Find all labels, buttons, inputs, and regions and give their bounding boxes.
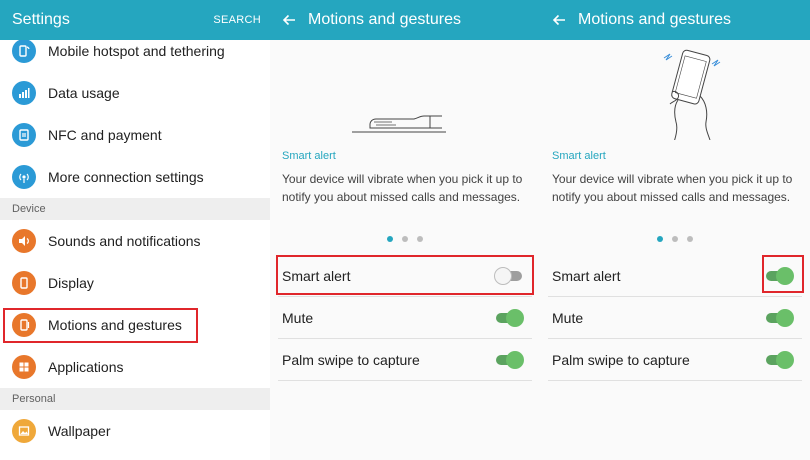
highlight-box-motions [3,308,198,343]
settings-item-label: Applications [48,359,124,375]
settings-item-applications[interactable]: Applications [0,346,270,388]
mute-switch[interactable] [764,308,794,328]
settings-item-label: Mobile hotspot and tethering [48,43,225,59]
settings-item-label: Display [48,275,94,291]
app-title: Settings [12,11,70,28]
motions-gestures-panel-on: Motions and gestures Smart alert Your de… [540,0,810,460]
feature-description: Your device will vibrate when you pick i… [282,172,523,204]
page-dot-active[interactable] [387,236,393,242]
toggle-row-mute[interactable]: Mute [548,297,802,339]
highlight-box-smart-alert-switch [762,255,804,293]
page-dot[interactable] [672,236,678,242]
motions-gestures-panel-off: Motions and gestures Smart alert Your de… [270,0,540,460]
app-bar: Motions and gestures [540,0,810,40]
settings-item-sounds[interactable]: Sounds and notifications [0,220,270,262]
settings-item-label: Data usage [48,85,120,101]
toggle-row-mute[interactable]: Mute [278,297,532,339]
feature-title: Smart alert [282,150,336,162]
toggle-label: Palm swipe to capture [552,351,690,368]
connection-icon [12,165,36,189]
palm-swipe-switch[interactable] [764,350,794,370]
settings-list: Mobile hotspot and tethering Data usage … [0,30,270,452]
display-icon [12,271,36,295]
section-header-personal: Personal [0,388,270,410]
toggle-label: Mute [282,309,314,326]
toggle-row-palm-swipe[interactable]: Palm swipe to capture [548,339,802,381]
page-dot[interactable] [402,236,408,242]
back-arrow-icon[interactable] [551,12,567,28]
page-dot-active[interactable] [657,236,663,242]
feature-description: Your device will vibrate when you pick i… [552,172,793,204]
settings-item-label: NFC and payment [48,127,162,143]
settings-item-label: Sounds and notifications [48,233,201,249]
section-header-device: Device [0,198,270,220]
app-bar: Settings SEARCH [0,0,270,40]
settings-item-label: Wallpaper [48,423,111,439]
hand-illustration [270,40,540,140]
settings-panel: Mobile hotspot and tethering Data usage … [0,0,270,460]
search-button[interactable]: SEARCH [213,14,261,26]
toggle-label: Palm swipe to capture [282,351,420,368]
toggle-label: Smart alert [552,267,621,284]
nfc-icon [12,123,36,147]
feature-title: Smart alert [552,150,606,162]
settings-item-data-usage[interactable]: Data usage [0,72,270,114]
mute-switch[interactable] [494,308,524,328]
back-arrow-icon[interactable] [281,12,297,28]
sound-icon [12,229,36,253]
wallpaper-icon [12,419,36,443]
settings-item-wallpaper[interactable]: Wallpaper [0,410,270,452]
page-title: Motions and gestures [308,11,461,28]
settings-item-label: More connection settings [48,169,204,185]
page-dot[interactable] [687,236,693,242]
data-usage-icon [12,81,36,105]
page-indicator [270,236,540,242]
app-bar: Motions and gestures [270,0,540,40]
palm-swipe-switch[interactable] [494,350,524,370]
settings-item-display[interactable]: Display [0,262,270,304]
hotspot-icon [12,39,36,63]
settings-item-nfc[interactable]: NFC and payment [0,114,270,156]
settings-item-more-connection[interactable]: More connection settings [0,156,270,198]
page-title: Motions and gestures [578,11,731,28]
toggle-row-palm-swipe[interactable]: Palm swipe to capture [278,339,532,381]
page-dot[interactable] [417,236,423,242]
applications-icon [12,355,36,379]
toggle-label: Mute [552,309,584,326]
page-indicator [540,236,810,242]
highlight-box-smart-alert [276,255,534,295]
phone-pickup-illustration [540,40,810,143]
